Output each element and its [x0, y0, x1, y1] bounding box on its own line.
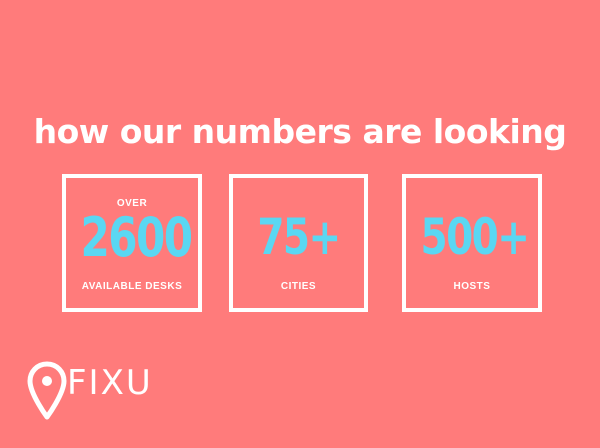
stat-label: AVAILABLE DESKS	[81, 281, 183, 292]
stat-label: CITIES	[280, 281, 317, 292]
map-pin-icon	[27, 361, 67, 420]
stat-value: 2600	[80, 206, 194, 269]
stat-box-hosts: 500+ HOSTS	[402, 174, 542, 312]
stat-value: 500+	[420, 208, 530, 266]
headline: how our numbers are looking	[33, 112, 567, 151]
logo: FIXU	[27, 361, 153, 421]
stat-box-desks: OVER 2600 AVAILABLE DESKS	[62, 174, 202, 312]
stat-label: HOSTS	[453, 281, 491, 292]
stat-value: 75+	[257, 208, 341, 266]
stat-box-cities: 75+ CITIES	[229, 174, 368, 312]
logo-text: FIXU	[67, 363, 153, 403]
